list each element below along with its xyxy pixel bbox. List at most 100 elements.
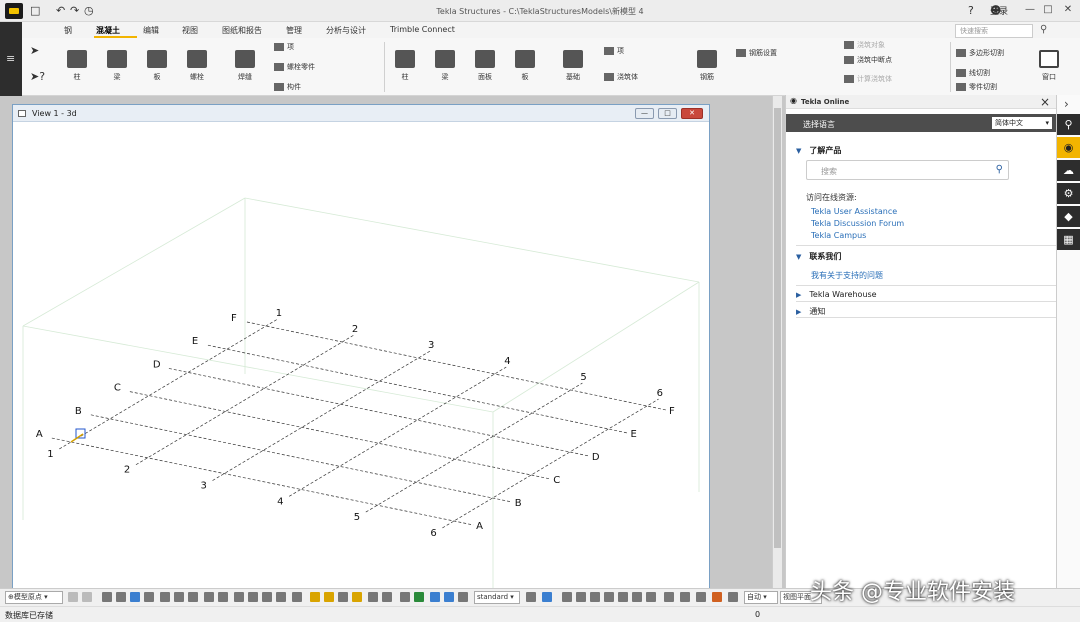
cloud-tab[interactable]: ☁ (1057, 160, 1080, 181)
maximize-button[interactable]: □ (1040, 3, 1056, 17)
snap-ortho-icon[interactable] (414, 592, 424, 602)
pour-object-button[interactable]: 浇筑体 (604, 72, 638, 82)
notice-section-header[interactable]: ▶ 通知 (796, 306, 825, 317)
rebar-button[interactable]: 钢筋 (690, 50, 724, 82)
pour-break-button[interactable]: 浇筑中断点 (844, 55, 892, 65)
tab-drawings-reports[interactable]: 图纸和报告 (222, 25, 262, 36)
steel-plate-button[interactable]: 板 (140, 50, 174, 82)
tab-concrete[interactable]: 混凝土 (96, 25, 120, 36)
concrete-beam-button[interactable]: 梁 (428, 50, 462, 82)
panel-close-button[interactable]: × (1040, 95, 1050, 109)
phone-icon[interactable] (458, 592, 468, 602)
rebar-settings-button[interactable]: 钢筋设置 (736, 48, 777, 58)
view-minimize-button[interactable]: — (635, 108, 654, 119)
snap-free-icon[interactable] (352, 592, 362, 602)
concrete-item-button[interactable]: 项 (604, 46, 624, 56)
snap-rect-icon[interactable] (604, 592, 614, 602)
help-icon[interactable]: ? (968, 4, 974, 18)
link-discussion-forum[interactable]: Tekla Discussion Forum (811, 219, 904, 228)
snap-toggle-icon[interactable] (82, 592, 92, 602)
bolt-part-button[interactable]: 螺栓零件 (274, 62, 315, 72)
snap-intersect-icon[interactable] (276, 592, 286, 602)
catalog-tab[interactable]: ◆ (1057, 206, 1080, 227)
concrete-column-button[interactable]: 柱 (388, 50, 422, 82)
snap-step-icon[interactable] (680, 592, 690, 602)
tekla-online-tab[interactable]: ◉ (1057, 137, 1080, 158)
select-parts-icon[interactable] (116, 592, 126, 602)
select-pointer-icon[interactable]: ➤ (30, 44, 39, 57)
snap-grid-icon[interactable] (368, 592, 378, 602)
select-weld-icon[interactable] (218, 592, 228, 602)
snap-cursor-icon[interactable] (646, 592, 656, 602)
minimize-button[interactable]: — (1022, 3, 1038, 17)
view-maximize-button[interactable]: □ (658, 108, 677, 119)
component-button[interactable]: 构件 (274, 82, 301, 92)
line-cut-button[interactable]: 线切割 (956, 68, 990, 78)
link-campus[interactable]: Tekla Campus (811, 231, 866, 240)
render-mode-icon[interactable] (728, 592, 738, 602)
panel-search-input[interactable]: 搜索 ⚲ (806, 160, 1009, 180)
snap-circle-icon[interactable] (590, 592, 600, 602)
select-all-icon[interactable] (102, 592, 112, 602)
snap-square-icon[interactable] (576, 592, 586, 602)
steel-beam-button[interactable]: 梁 (100, 50, 134, 82)
warehouse-section-header[interactable]: ▶ Tekla Warehouse (796, 290, 877, 299)
item-button[interactable]: 项 (274, 42, 294, 52)
tab-view[interactable]: 视图 (182, 25, 198, 36)
select-bolt-icon[interactable] (204, 592, 214, 602)
login-button[interactable]: 登录 (990, 4, 1008, 17)
contact-section-header[interactable]: ▼ 联系我们 (796, 251, 841, 262)
select-surface-icon[interactable] (130, 592, 140, 602)
select-line-icon[interactable] (174, 592, 184, 602)
snap-bar-icon[interactable] (664, 592, 674, 602)
snap-work-plane-icon[interactable] (444, 592, 454, 602)
snap-settings-icon[interactable] (526, 592, 536, 602)
part-cut-button[interactable]: 零件切割 (956, 82, 997, 92)
view-close-button[interactable]: ✕ (681, 108, 703, 119)
snap-cross-icon[interactable] (618, 592, 628, 602)
arrow-icon[interactable] (696, 592, 706, 602)
snap-plane-icon[interactable] (430, 592, 440, 602)
tab-analysis-design[interactable]: 分析与设计 (326, 25, 366, 36)
polygon-cut-button[interactable]: 多边形切割 (956, 48, 1004, 58)
footing-button[interactable]: 基础 (556, 50, 590, 82)
link-user-assistance[interactable]: Tekla User Assistance (811, 207, 897, 216)
snap-edge-icon[interactable] (324, 592, 334, 602)
window-button[interactable]: 窗口 (1032, 50, 1066, 82)
snap-3d-icon[interactable] (400, 592, 410, 602)
snap-pointer-icon[interactable]: ➤? (30, 70, 45, 83)
menu-icon[interactable]: ≡ (6, 52, 15, 65)
auto-select[interactable]: 自动 ▾ (744, 591, 778, 604)
learn-section-header[interactable]: ▼ 了解产品 (796, 145, 841, 156)
steel-column-button[interactable]: 柱 (60, 50, 94, 82)
calculate-pour-button[interactable]: 计算浇筑体 (844, 74, 892, 84)
pick-icon[interactable] (542, 592, 552, 602)
tab-steel[interactable]: 钢 (64, 25, 72, 36)
slab-button[interactable]: 板 (508, 50, 542, 82)
close-button[interactable]: ✕ (1060, 3, 1076, 17)
snap-perpendicular-icon[interactable] (292, 592, 302, 602)
snap-triangle-icon[interactable] (632, 592, 642, 602)
bolt-button[interactable]: 螺栓 (180, 50, 214, 82)
render-icon[interactable] (712, 592, 722, 602)
snap-extension-icon[interactable] (382, 592, 392, 602)
select-component-icon[interactable] (160, 592, 170, 602)
search-icon[interactable]: ⚲ (1040, 24, 1047, 35)
model-3d-canvas[interactable]: A A B B C C D D E E F F 1 1 2 2 3 3 4 4 5 5 6 6 (13, 122, 709, 589)
support-question-link[interactable]: 我有关于支持的问题 (811, 270, 883, 281)
pour-objects-button[interactable]: 浇筑对象 (844, 40, 885, 50)
scrollbar-thumb[interactable] (774, 108, 781, 548)
tab-manage[interactable]: 管理 (286, 25, 302, 36)
select-grid-icon[interactable] (144, 592, 154, 602)
vertical-scrollbar[interactable] (772, 96, 782, 588)
settings-tab[interactable]: ⚙ (1057, 183, 1080, 204)
weld-button[interactable]: 焊缝 (228, 50, 262, 82)
chevron-right-icon[interactable]: › (1064, 97, 1069, 111)
tab-edit[interactable]: 编辑 (143, 25, 159, 36)
tab-trimble-connect[interactable]: Trimble Connect (390, 25, 455, 34)
snap-line-icon[interactable] (310, 592, 320, 602)
select-object-icon[interactable] (188, 592, 198, 602)
language-select[interactable]: 简体中文 ▾ (992, 117, 1052, 129)
snap-mid-icon[interactable] (248, 592, 258, 602)
snap-end-icon[interactable] (234, 592, 244, 602)
